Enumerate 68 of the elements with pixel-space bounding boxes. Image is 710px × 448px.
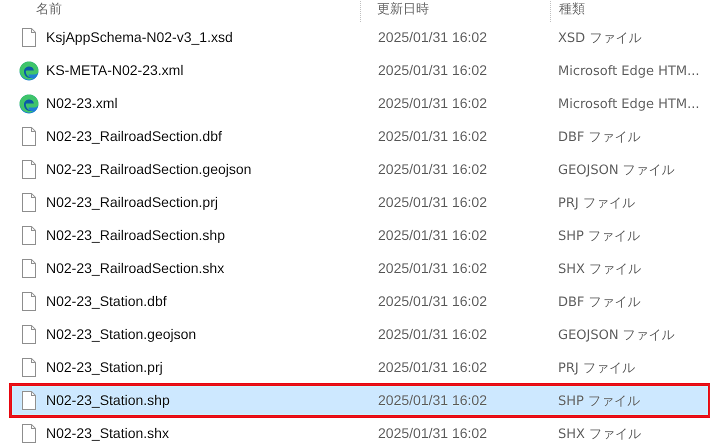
- file-type: GEOJSON ファイル: [558, 328, 675, 342]
- modified-date: 2025/01/31 16:02: [378, 160, 487, 176]
- file-icon: [22, 424, 36, 443]
- modified-date: 2025/01/31 16:02: [378, 62, 487, 78]
- browser-icon: [19, 94, 39, 114]
- file-name: N02-23.xml: [46, 94, 118, 110]
- file-row[interactable]: N02-23_Station.shx 2025/01/31 16:02 SHX ファイル: [12, 419, 708, 448]
- modified-date: 2025/01/31 16:02: [378, 128, 487, 144]
- file-row[interactable]: N02-23_Station.prj 2025/01/31 16:02 PRJ ファイル: [12, 353, 708, 382]
- file-name: N02-23_RailroadSection.prj: [46, 194, 218, 210]
- file-icon: [22, 391, 36, 410]
- file-type: SHX ファイル: [558, 262, 642, 276]
- file-row[interactable]: N02-23_RailroadSection.dbf 2025/01/31 16:02 DBF ファイル: [12, 122, 708, 151]
- browser-icon: [19, 60, 39, 80]
- file-name: N02-23_Station.geojson: [46, 326, 196, 342]
- file-icon: [22, 28, 36, 47]
- file-type: Microsoft Edge HTM...: [558, 64, 700, 78]
- file-row[interactable]: N02-23_RailroadSection.prj 2025/01/31 16:02 PRJ ファイル: [12, 188, 708, 217]
- file-icon: [22, 193, 36, 212]
- modified-date: 2025/01/31 16:02: [378, 392, 487, 408]
- file-type: PRJ ファイル: [558, 196, 635, 210]
- modified-date: 2025/01/31 16:02: [378, 94, 487, 110]
- file-icon: [22, 358, 36, 377]
- column-header[interactable]: 更新日時: [377, 0, 429, 20]
- file-type: XSD ファイル: [558, 30, 642, 46]
- file-name: N02-23_RailroadSection.geojson: [46, 160, 252, 176]
- file-type: PRJ ファイル: [558, 360, 635, 376]
- file-type: DBF ファイル: [558, 130, 641, 144]
- column-header[interactable]: 名前: [36, 0, 62, 20]
- file-row[interactable]: N02-23_RailroadSection.shp 2025/01/31 16:02 SHP ファイル: [12, 221, 708, 250]
- file-name: KsjAppSchema-N02-v3_1.xsd: [46, 28, 233, 44]
- file-name: N02-23_Station.shx: [46, 424, 169, 440]
- file-row[interactable]: N02-23.xml 2025/01/31 16:02 Microsoft Edge HTM...: [12, 89, 708, 118]
- modified-date: 2025/01/31 16:02: [378, 226, 487, 242]
- file-name: N02-23_RailroadSection.shx: [46, 260, 224, 276]
- modified-date: 2025/01/31 16:02: [378, 260, 487, 276]
- file-row[interactable]: KS-META-N02-23.xml 2025/01/31 16:02 Microsoft Edge HTM...: [12, 56, 708, 85]
- file-type: SHP ファイル: [558, 228, 640, 244]
- file-type: Microsoft Edge HTM...: [558, 96, 700, 112]
- file-name: N02-23_Station.dbf: [46, 292, 167, 308]
- file-icon: [22, 160, 36, 179]
- file-row[interactable]: KsjAppSchema-N02-v3_1.xsd 2025/01/31 16:02 XSD ファイル: [12, 23, 708, 52]
- file-icon: [22, 325, 36, 344]
- modified-date: 2025/01/31 16:02: [378, 358, 487, 374]
- file-name: KS-META-N02-23.xml: [46, 62, 184, 78]
- modified-date: 2025/01/31 16:02: [378, 28, 487, 44]
- modified-date: 2025/01/31 16:02: [378, 194, 487, 210]
- file-type: DBF ファイル: [558, 294, 641, 310]
- file-row[interactable]: N02-23_RailroadSection.shx 2025/01/31 16:02 SHX ファイル: [12, 254, 708, 283]
- modified-date: 2025/01/31 16:02: [378, 292, 487, 308]
- file-icon: [22, 292, 36, 311]
- column-header[interactable]: 種類: [559, 0, 585, 20]
- file-icon: [22, 226, 36, 245]
- file-icon: [22, 259, 36, 278]
- file-name: N02-23_RailroadSection.dbf: [46, 128, 222, 144]
- file-type: SHX ファイル: [558, 426, 642, 442]
- file-type: GEOJSON ファイル: [558, 162, 675, 178]
- file-row[interactable]: N02-23_Station.dbf 2025/01/31 16:02 DBF ファイル: [12, 287, 708, 316]
- file-icon: [22, 127, 36, 146]
- file-name: N02-23_RailroadSection.shp: [46, 226, 225, 242]
- file-row[interactable]: N02-23_RailroadSection.geojson 2025/01/31 16:02 GEOJSON ファイル: [12, 155, 708, 184]
- file-name: N02-23_Station.shp: [46, 392, 170, 408]
- file-row[interactable]: N02-23_Station.shp 2025/01/31 16:02 SHP ファイル: [12, 386, 708, 415]
- modified-date: 2025/01/31 16:02: [378, 326, 487, 342]
- modified-date: 2025/01/31 16:02: [378, 424, 487, 440]
- file-type: SHP ファイル: [558, 394, 640, 408]
- file-row[interactable]: N02-23_Station.geojson 2025/01/31 16:02 GEOJSON ファイル: [12, 320, 708, 349]
- file-name: N02-23_Station.prj: [46, 358, 163, 374]
